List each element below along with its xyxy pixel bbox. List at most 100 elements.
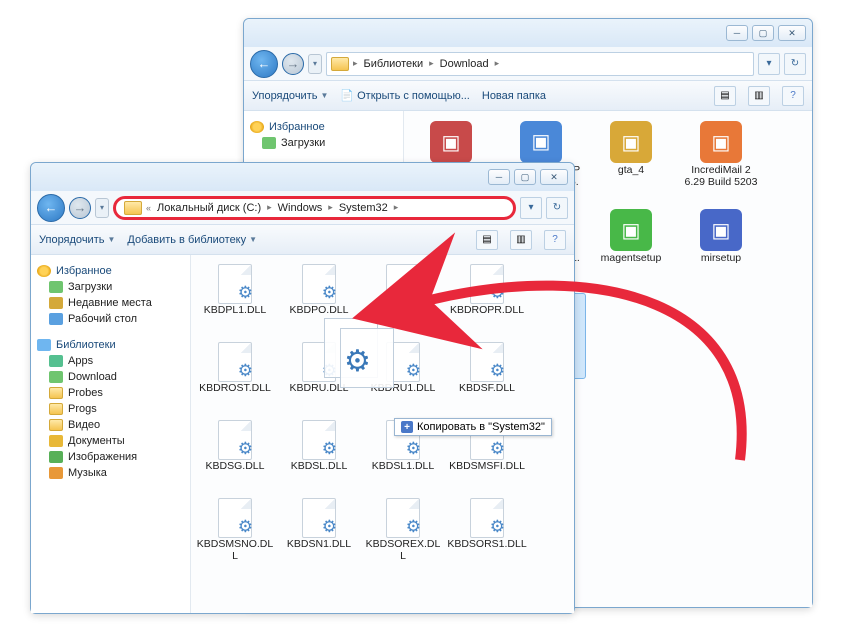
folder-icon (331, 57, 349, 71)
file-item[interactable]: KBDSG.DLL (193, 417, 277, 493)
address-bar: ← → ▾ ▸ Библиотеки ▸ Download ▸ ▾ ↻ (244, 47, 812, 81)
path-dropdown[interactable]: ▾ (758, 53, 780, 75)
view-menu[interactable]: ▤ (714, 86, 736, 106)
file-label: KBDRU.DLL (290, 382, 349, 394)
preview-pane-toggle[interactable]: ▥ (510, 230, 532, 250)
file-item[interactable]: KBDPL1.DLL (193, 261, 277, 337)
sidebar-libraries[interactable]: Библиотеки (35, 337, 186, 353)
close-button[interactable]: ✕ (540, 169, 568, 185)
file-item[interactable]: KBDSOREX.DLL (361, 495, 445, 571)
file-label: IncrediMail 2 6.29 Build 5203 (681, 164, 761, 188)
file-label: KBDSL1.DLL (372, 460, 434, 472)
sidebar-item[interactable]: Рабочий стол (35, 311, 186, 327)
back-button[interactable]: ← (37, 194, 65, 222)
library-icon (49, 355, 63, 367)
sidebar-favorites[interactable]: Избранное (35, 263, 186, 279)
crumb-drive-c[interactable]: Локальный диск (C:) (155, 202, 263, 214)
organize-menu[interactable]: Упорядочить▼ (39, 234, 115, 246)
sidebar-item[interactable]: Загрузки (35, 279, 186, 295)
sidebar-item-label: Музыка (68, 467, 107, 479)
titlebar[interactable]: ─ ▢ ✕ (31, 163, 574, 191)
sidebar-item-label: Недавние места (68, 297, 152, 309)
file-item[interactable]: ▣mirsetup (676, 205, 766, 291)
file-item[interactable]: ▣magentsetup (586, 205, 676, 291)
dll-icon (218, 342, 252, 382)
file-item[interactable]: KBDSF.DLL (445, 339, 529, 415)
maximize-button[interactable]: ▢ (752, 25, 774, 41)
file-item[interactable]: KBDROST.DLL (193, 339, 277, 415)
view-menu[interactable]: ▤ (476, 230, 498, 250)
sidebar-item[interactable]: Недавние места (35, 295, 186, 311)
file-item[interactable]: KBDRU1.DLL (361, 339, 445, 415)
nav-pane[interactable]: Избранное Загрузки Недавние места Рабочий … (31, 255, 191, 613)
crumb-windows[interactable]: Windows (276, 202, 325, 214)
help-button[interactable]: ? (782, 86, 804, 106)
back-button[interactable]: ← (250, 50, 278, 78)
sidebar-item[interactable]: Видео (35, 417, 186, 433)
forward-button[interactable]: → (69, 197, 91, 219)
file-item[interactable]: KBDSORS1.DLL (445, 495, 529, 571)
file-label: KBDSMSFI.DLL (449, 460, 525, 472)
file-label: KBDSG.DLL (206, 460, 265, 472)
file-label: KBDSL.DLL (291, 460, 348, 472)
chevron-right-icon: ▸ (326, 202, 335, 213)
file-item[interactable]: KBDSMSNO.DLL (193, 495, 277, 571)
file-label: gta_4 (618, 164, 644, 176)
sidebar-item[interactable]: Изображения (35, 449, 186, 465)
refresh-button[interactable]: ↻ (546, 197, 568, 219)
history-dropdown[interactable]: ▾ (308, 54, 322, 74)
sidebar-item-label: Изображения (68, 451, 137, 463)
sidebar-item[interactable]: Документы (35, 433, 186, 449)
toolbar: Упорядочить▼ 📄Открыть с помощью... Новая… (244, 81, 812, 111)
crumb-system32[interactable]: System32 (337, 202, 390, 214)
chevron-right-icon: ▸ (351, 58, 360, 69)
file-label: KBDROPR.DLL (450, 304, 524, 316)
minimize-button[interactable]: ─ (726, 25, 748, 41)
file-item[interactable]: KBDROPR.DLL (445, 261, 529, 337)
help-button[interactable]: ? (544, 230, 566, 250)
app-icon: ▣ (520, 121, 562, 163)
dll-icon (218, 420, 252, 460)
dll-icon (302, 264, 336, 304)
file-item[interactable]: ▣IncrediMail 2 6.29 Build 5203 (676, 117, 766, 203)
titlebar[interactable]: ─ ▢ ✕ (244, 19, 812, 47)
path-dropdown[interactable]: ▾ (520, 197, 542, 219)
close-button[interactable]: ✕ (778, 25, 806, 41)
breadcrumb[interactable]: « Локальный диск (C:) ▸ Windows ▸ System… (113, 196, 516, 220)
explorer-window-system32[interactable]: ─ ▢ ✕ ← → ▾ « Локальный диск (C:) ▸ Wind… (30, 162, 575, 614)
openwith-menu[interactable]: 📄Открыть с помощью... (340, 89, 469, 102)
sidebar-item[interactable]: Музыка (35, 465, 186, 481)
crumb-download[interactable]: Download (438, 58, 491, 70)
file-label: KBDPL1.DLL (204, 304, 266, 316)
dll-icon (470, 342, 504, 382)
file-label: mirsetup (701, 252, 741, 264)
refresh-button[interactable]: ↻ (784, 53, 806, 75)
file-item[interactable]: KBDRU.DLL (277, 339, 361, 415)
sidebar-item[interactable]: Apps (35, 353, 186, 369)
library-icon (49, 371, 63, 383)
maximize-button[interactable]: ▢ (514, 169, 536, 185)
sidebar-item[interactable]: Progs (35, 401, 186, 417)
crumb-libraries[interactable]: Библиотеки (362, 58, 426, 70)
file-item[interactable]: ▣gta_4 (586, 117, 676, 203)
addtolib-menu[interactable]: Добавить в библиотеку▼ (127, 234, 257, 246)
file-item[interactable]: KBDRO.DLL (361, 261, 445, 337)
breadcrumb[interactable]: ▸ Библиотеки ▸ Download ▸ (326, 52, 754, 76)
sidebar-favorites[interactable]: Избранное (248, 119, 399, 135)
file-item[interactable]: KBDPO.DLL (277, 261, 361, 337)
minimize-button[interactable]: ─ (488, 169, 510, 185)
folder-icon (124, 201, 142, 215)
file-item[interactable]: KBDSN1.DLL (277, 495, 361, 571)
chevron-left-icon: « (144, 203, 153, 213)
app-icon: ▣ (610, 121, 652, 163)
newfolder-button[interactable]: Новая папка (482, 90, 546, 102)
file-item[interactable]: KBDSL.DLL (277, 417, 361, 493)
organize-menu[interactable]: Упорядочить▼ (252, 90, 328, 102)
download-icon (262, 137, 276, 149)
sidebar-item[interactable]: Download (35, 369, 186, 385)
forward-button[interactable]: → (282, 53, 304, 75)
history-dropdown[interactable]: ▾ (95, 198, 109, 218)
sidebar-item[interactable]: Probes (35, 385, 186, 401)
preview-pane-toggle[interactable]: ▥ (748, 86, 770, 106)
sidebar-item-downloads[interactable]: Загрузки (248, 135, 399, 151)
